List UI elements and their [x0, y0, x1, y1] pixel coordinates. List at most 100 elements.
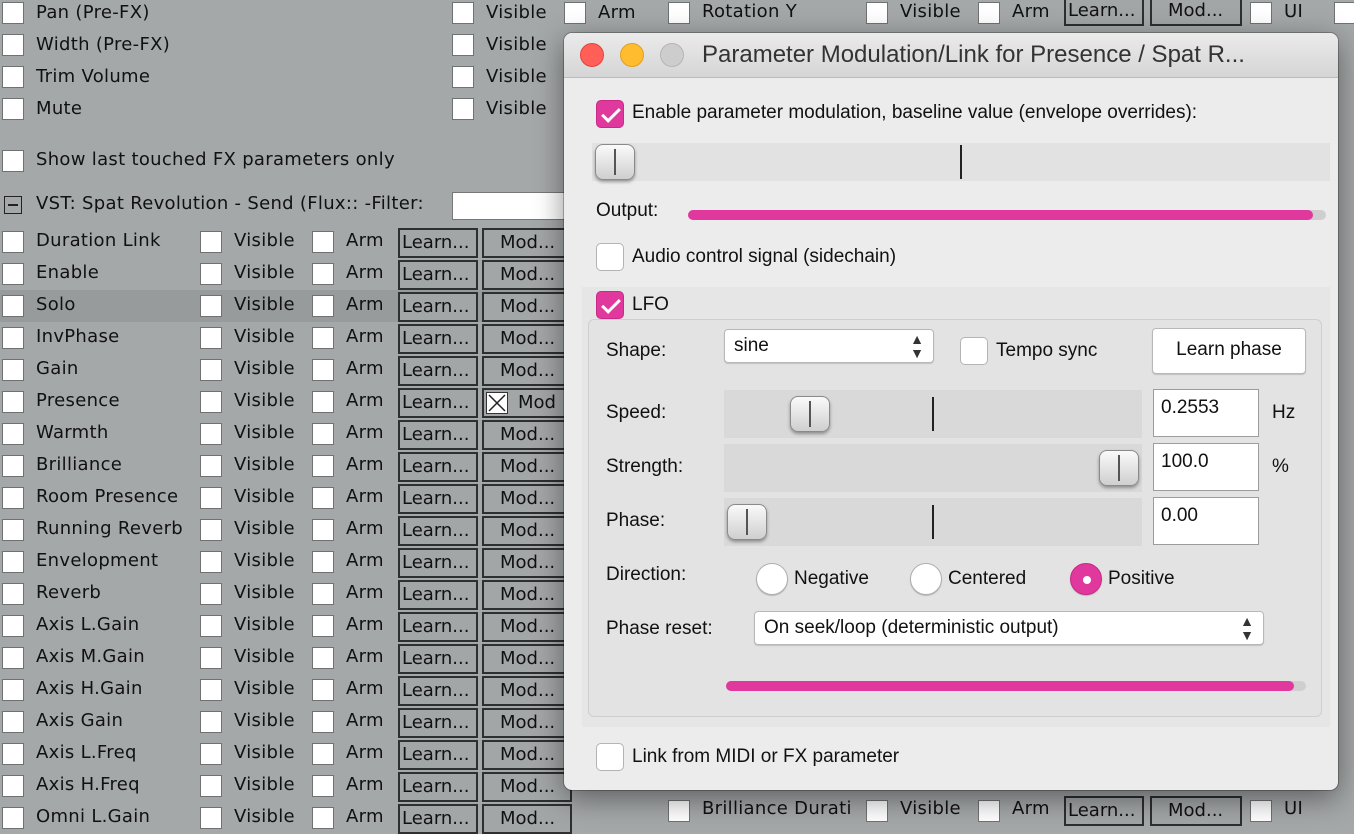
param-checkbox[interactable] — [1334, 2, 1354, 24]
shape-select[interactable]: sine ▲ ▼ — [724, 329, 934, 363]
visible-checkbox[interactable] — [200, 647, 222, 669]
phase-reset-select[interactable]: On seek/loop (deterministic output) ▲ ▼ — [754, 611, 1264, 645]
visible-checkbox[interactable] — [200, 551, 222, 573]
mod-button[interactable]: Mod... — [482, 580, 572, 610]
learn-button[interactable]: Learn... — [398, 324, 478, 354]
mod-button[interactable]: Mod... — [482, 548, 572, 578]
mod-button[interactable]: Mod... — [482, 740, 572, 770]
param-checkbox[interactable] — [2, 647, 24, 669]
filter-input[interactable] — [452, 192, 572, 220]
speed-input[interactable]: 0.2553 — [1153, 389, 1259, 437]
visible-checkbox[interactable] — [200, 583, 222, 605]
mod-button[interactable]: Mod... — [482, 228, 572, 258]
param-checkbox[interactable] — [2, 423, 24, 445]
arm-checkbox[interactable] — [564, 2, 586, 24]
visible-checkbox[interactable] — [200, 295, 222, 317]
param-checkbox[interactable] — [2, 743, 24, 765]
arm-checkbox[interactable] — [312, 391, 334, 413]
speed-slider-knob[interactable] — [790, 396, 831, 432]
mod-button[interactable]: Mod... — [482, 804, 572, 834]
visible-checkbox[interactable] — [452, 66, 474, 88]
learn-button[interactable]: Learn... — [398, 580, 478, 610]
visible-checkbox[interactable] — [200, 743, 222, 765]
param-checkbox[interactable] — [2, 295, 24, 317]
mod-button[interactable]: Mod... — [482, 484, 572, 514]
strength-slider-knob[interactable] — [1099, 450, 1139, 486]
learn-button[interactable]: Learn... — [1064, 796, 1144, 826]
arm-checkbox[interactable] — [312, 615, 334, 637]
visible-checkbox[interactable] — [200, 359, 222, 381]
show-last-touched-checkbox[interactable] — [2, 150, 24, 172]
learn-button[interactable]: Learn... — [398, 292, 478, 322]
param-checkbox[interactable] — [2, 263, 24, 285]
param-checkbox[interactable] — [2, 231, 24, 253]
param-checkbox[interactable] — [2, 775, 24, 797]
param-checkbox[interactable] — [2, 711, 24, 733]
arm-checkbox[interactable] — [312, 263, 334, 285]
arm-checkbox[interactable] — [312, 295, 334, 317]
visible-checkbox[interactable] — [200, 775, 222, 797]
arm-checkbox[interactable] — [312, 583, 334, 605]
param-checkbox[interactable] — [2, 34, 24, 56]
learn-button[interactable]: Learn... — [398, 452, 478, 482]
arm-checkbox[interactable] — [312, 679, 334, 701]
direction-radio-positive[interactable] — [1070, 563, 1102, 595]
visible-checkbox[interactable] — [200, 807, 222, 829]
mod-button[interactable]: Mod — [482, 388, 572, 418]
arm-checkbox[interactable] — [312, 487, 334, 509]
mod-button[interactable]: Mod... — [482, 516, 572, 546]
arm-checkbox[interactable] — [312, 327, 334, 349]
ui-checkbox[interactable] — [1250, 800, 1272, 822]
learn-button[interactable]: Learn... — [398, 772, 478, 802]
visible-checkbox[interactable] — [452, 2, 474, 24]
arm-checkbox[interactable] — [978, 2, 1000, 24]
param-checkbox[interactable] — [2, 98, 24, 120]
learn-button[interactable]: Learn... — [398, 388, 478, 418]
mod-button[interactable]: Mod... — [1150, 796, 1242, 826]
param-checkbox[interactable] — [2, 391, 24, 413]
visible-checkbox[interactable] — [200, 391, 222, 413]
learn-button[interactable]: Learn... — [398, 484, 478, 514]
visible-checkbox[interactable] — [866, 800, 888, 822]
mod-button[interactable]: Mod... — [482, 676, 572, 706]
learn-button[interactable]: Learn... — [398, 356, 478, 386]
param-checkbox[interactable] — [2, 583, 24, 605]
param-checkbox[interactable] — [2, 455, 24, 477]
arm-checkbox[interactable] — [312, 551, 334, 573]
mod-button[interactable]: Mod... — [482, 420, 572, 450]
learn-button[interactable]: Learn... — [398, 612, 478, 642]
phase-slider-knob[interactable] — [727, 504, 767, 540]
mod-button[interactable]: Mod... — [1150, 0, 1242, 26]
audio-control-checkbox[interactable] — [596, 243, 624, 271]
arm-checkbox[interactable] — [978, 800, 1000, 822]
param-checkbox[interactable] — [668, 2, 690, 24]
mod-button[interactable]: Mod... — [482, 260, 572, 290]
arm-checkbox[interactable] — [312, 711, 334, 733]
param-checkbox[interactable] — [668, 800, 690, 822]
mod-button[interactable]: Mod... — [482, 612, 572, 642]
param-checkbox[interactable] — [2, 615, 24, 637]
tempo-sync-checkbox[interactable] — [960, 337, 988, 365]
learn-button[interactable]: Learn... — [398, 644, 478, 674]
param-checkbox[interactable] — [2, 487, 24, 509]
direction-radio-negative[interactable] — [756, 563, 788, 595]
mod-button[interactable]: Mod... — [482, 708, 572, 738]
arm-checkbox[interactable] — [312, 455, 334, 477]
mod-button[interactable]: Mod... — [482, 356, 572, 386]
arm-checkbox[interactable] — [312, 775, 334, 797]
dialog-titlebar[interactable]: Parameter Modulation/Link for Presence /… — [564, 33, 1338, 78]
mod-button[interactable]: Mod... — [482, 292, 572, 322]
learn-button[interactable]: Learn... — [398, 228, 478, 258]
visible-checkbox[interactable] — [452, 98, 474, 120]
param-checkbox[interactable] — [2, 519, 24, 541]
visible-checkbox[interactable] — [200, 519, 222, 541]
enable-modulation-checkbox[interactable] — [596, 100, 624, 128]
lfo-checkbox[interactable] — [596, 291, 624, 319]
visible-checkbox[interactable] — [200, 679, 222, 701]
param-checkbox[interactable] — [2, 66, 24, 88]
arm-checkbox[interactable] — [312, 743, 334, 765]
learn-button[interactable]: Learn... — [398, 804, 478, 834]
visible-checkbox[interactable] — [200, 327, 222, 349]
ui-checkbox[interactable] — [1250, 2, 1272, 24]
visible-checkbox[interactable] — [200, 263, 222, 285]
